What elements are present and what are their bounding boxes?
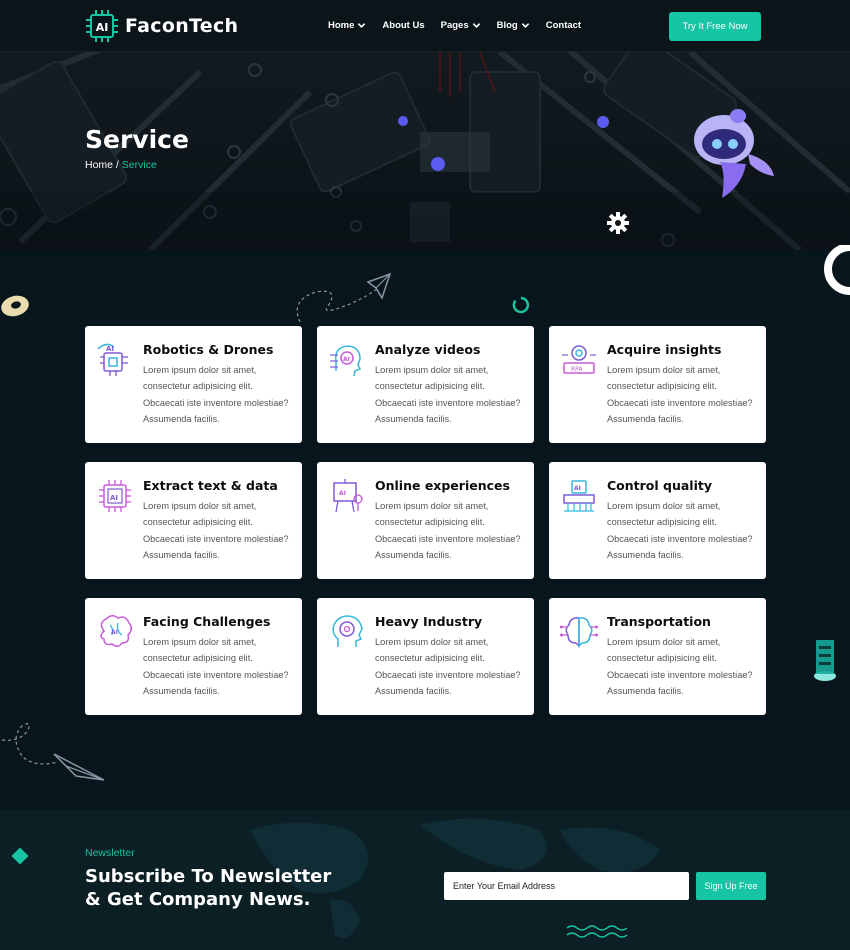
nav-item-home[interactable]: Home (328, 20, 366, 31)
newsletter-heading: Subscribe To Newsletter & Get Company Ne… (85, 865, 385, 911)
service-description: Lorem ipsum dolor sit amet, consectetur … (375, 501, 521, 560)
nav-label: Blog (496, 20, 518, 31)
service-card[interactable]: AI Robotics & Drones Lorem ipsum dolor s… (85, 326, 302, 443)
brand-name: FaconTech (125, 15, 239, 37)
nav-label: Home (328, 20, 355, 31)
brand-logo[interactable]: AI FaconTech (85, 9, 238, 43)
breadcrumb-separator: / (113, 159, 122, 171)
newsletter-heading-line: Subscribe To Newsletter (85, 866, 332, 887)
nav-item-blog[interactable]: Blog (497, 20, 530, 31)
service-title: Robotics & Drones (143, 342, 274, 357)
service-card[interactable]: AI Extract text & data Lorem ipsum dolor… (85, 462, 302, 579)
service-description: Lorem ipsum dolor sit amet, consectetur … (607, 637, 753, 696)
svg-text:AI: AI (110, 494, 118, 502)
newsletter-section: Newsletter Subscribe To Newsletter & Get… (0, 810, 850, 950)
chevron-down-icon (521, 23, 529, 28)
service-card[interactable]: RPA Acquire insights Lorem ipsum dolor s… (549, 326, 766, 443)
paper-plane-icon (296, 272, 392, 323)
presentation-icon: AI (333, 479, 363, 513)
service-description: Lorem ipsum dolor sit amet, consectetur … (143, 365, 289, 424)
service-card[interactable]: AI Control quality Lorem ipsum dolor sit… (549, 462, 766, 579)
service-card[interactable]: Transportation Lorem ipsum dolor sit ame… (549, 598, 766, 715)
chevron-down-icon (358, 23, 366, 28)
nav-label: About Us (382, 20, 425, 31)
service-title: Acquire insights (607, 342, 722, 357)
gear-head-icon (332, 615, 363, 647)
nav-label: Pages (440, 20, 469, 31)
svg-text:AI: AI (339, 490, 346, 497)
service-card[interactable]: AI Facing Challenges Lorem ipsum dolor s… (85, 598, 302, 715)
service-title: Analyze videos (375, 342, 481, 357)
robot-mascot-image (694, 109, 774, 198)
circuit-brain-icon (560, 617, 598, 648)
service-title: Control quality (607, 478, 712, 493)
service-title: Heavy Industry (375, 614, 483, 629)
breadcrumb-current: Service (121, 159, 157, 171)
page-banner: Service Home / Service (0, 52, 850, 250)
service-description: Lorem ipsum dolor sit amet, consectetur … (143, 501, 289, 560)
service-description: Lorem ipsum dolor sit amet, consectetur … (607, 501, 753, 560)
main-nav: Home About Us Pages Blog Contact (328, 20, 597, 31)
nav-item-contact[interactable]: Contact (546, 20, 581, 31)
svg-text:AI: AI (111, 629, 118, 636)
page-title: Service (85, 125, 189, 154)
ai-head-icon: AI (330, 345, 362, 377)
ring-decoration-icon (824, 245, 850, 295)
service-description: Lorem ipsum dolor sit amet, consectetur … (143, 637, 289, 696)
brain-icon: AI (100, 615, 132, 647)
donut-decoration-icon (1, 295, 29, 317)
svg-text:AI: AI (106, 345, 114, 353)
email-input[interactable] (444, 872, 689, 900)
try-free-button[interactable]: Try It Free Now (669, 12, 761, 41)
service-description: Lorem ipsum dolor sit amet, consectetur … (375, 637, 521, 696)
service-description: Lorem ipsum dolor sit amet, consectetur … (375, 365, 521, 424)
service-title: Facing Challenges (143, 614, 271, 629)
breadcrumb: Home / Service (85, 159, 157, 171)
service-description: Lorem ipsum dolor sit amet, consectetur … (607, 365, 753, 424)
site-header: AI FaconTech Home About Us Pages Blog Co… (0, 0, 850, 52)
paper-plane-icon (1, 723, 105, 781)
gear-icon (607, 212, 629, 234)
newsletter-tag: Newsletter (85, 847, 135, 859)
nav-item-pages[interactable]: Pages (441, 20, 481, 31)
loading-spinner-icon (512, 296, 530, 314)
stack-decoration-icon (814, 640, 836, 681)
service-card[interactable]: AI Online experiences Lorem ipsum dolor … (317, 462, 534, 579)
service-title: Transportation (607, 614, 711, 629)
robotics-icon: AI (97, 343, 128, 376)
ai-board-icon: AI (563, 480, 595, 512)
ai-chip-icon: AI (99, 480, 131, 512)
chip-logo-icon: AI (85, 9, 119, 43)
nav-label: Contact (545, 20, 582, 31)
chevron-down-icon (472, 23, 480, 28)
service-title: Extract text & data (143, 478, 278, 493)
svg-text:AI: AI (96, 21, 109, 34)
svg-text:RPA: RPA (571, 366, 583, 373)
newsletter-heading-line: & Get Company News. (85, 889, 311, 910)
service-card[interactable]: AI Analyze videos Lorem ipsum dolor sit … (317, 326, 534, 443)
svg-text:AI: AI (343, 356, 350, 363)
sign-up-button[interactable]: Sign Up Free (696, 872, 766, 900)
svg-text:AI: AI (574, 485, 581, 492)
breadcrumb-home[interactable]: Home (85, 159, 113, 171)
rpa-icon: RPA (562, 345, 596, 374)
service-title: Online experiences (375, 478, 510, 493)
service-card[interactable]: Heavy Industry Lorem ipsum dolor sit ame… (317, 598, 534, 715)
nav-item-about[interactable]: About Us (382, 20, 424, 31)
